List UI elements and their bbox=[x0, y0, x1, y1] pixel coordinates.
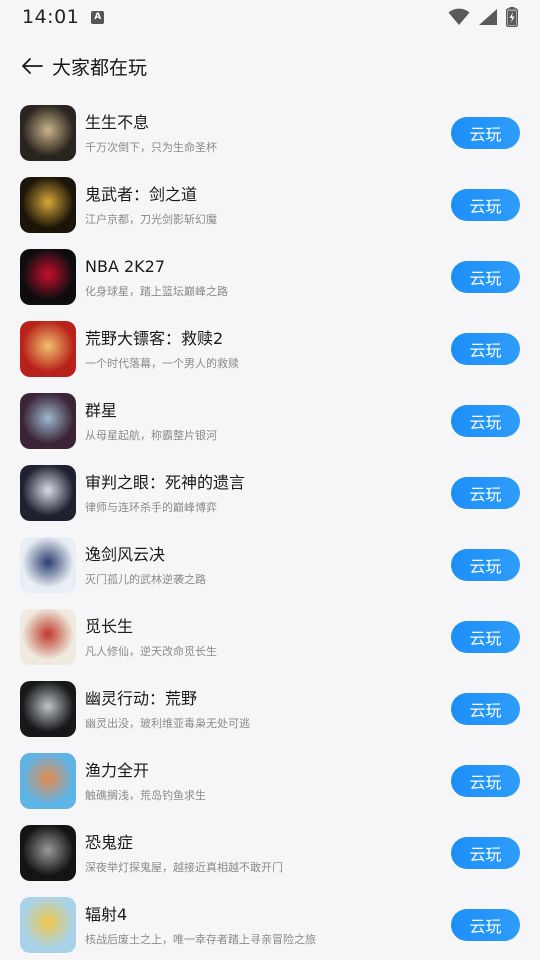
game-thumbnail[interactable] bbox=[20, 321, 76, 377]
game-name: 群星 bbox=[85, 400, 118, 420]
back-button[interactable] bbox=[20, 54, 44, 78]
game-row[interactable]: 幽灵行动：荒野 幽灵出没，玻利维亚毒枭无处可逃 云玩 bbox=[0, 673, 540, 745]
game-row[interactable]: 荒野大镖客：救赎2 一个时代落幕，一个男人的救赎 云玩 bbox=[0, 313, 540, 385]
game-description: 千万次倒下，只为生命圣杯 bbox=[85, 140, 217, 154]
arrow-left-icon bbox=[22, 58, 43, 74]
status-left: 14:01 A bbox=[22, 6, 105, 28]
game-row[interactable]: 觅长生 凡人修仙，逆天改命觅长生 云玩 bbox=[0, 601, 540, 673]
game-description: 核战后废土之上，唯一幸存者踏上寻亲冒险之旅 bbox=[85, 932, 316, 946]
game-name: 鬼武者：剑之道 bbox=[85, 184, 198, 204]
cloud-play-button[interactable]: 云玩 bbox=[451, 909, 520, 941]
game-info: 群星从母星起航，称霸整片银河 bbox=[85, 400, 451, 443]
game-description: 触礁搁浅，荒岛钓鱼求生 bbox=[85, 788, 206, 802]
cloud-play-button[interactable]: 云玩 bbox=[451, 261, 520, 293]
game-description: 化身球星，踏上篮坛巅峰之路 bbox=[85, 284, 228, 298]
game-name: 逸剑风云决 bbox=[85, 544, 166, 564]
cloud-play-button[interactable]: 云玩 bbox=[451, 405, 520, 437]
game-info: NBA 2K27 化身球星，踏上篮坛巅峰之路 bbox=[85, 256, 451, 299]
game-thumbnail[interactable] bbox=[20, 681, 76, 737]
game-name: 幽灵行动：荒野 bbox=[85, 688, 198, 708]
game-row[interactable]: 逸剑风云决 灭门孤儿的武林逆袭之路 云玩 bbox=[0, 529, 540, 601]
game-row[interactable]: 辐射4 核战后废土之上，唯一幸存者踏上寻亲冒险之旅 云玩 bbox=[0, 889, 540, 960]
status-bar: 14:01 A bbox=[0, 0, 540, 34]
game-description: 从母星起航，称霸整片银河 bbox=[85, 428, 217, 442]
game-info: 生生不息千万次倒下，只为生命圣杯 bbox=[85, 112, 451, 155]
game-info: 觅长生凡人修仙，逆天改命觅长生 bbox=[85, 616, 451, 659]
game-thumbnail[interactable] bbox=[20, 753, 76, 809]
game-name: 荒野大镖客：救赎2 bbox=[85, 328, 224, 348]
game-list: 生生不息 千万次倒下，只为生命圣杯 云玩 鬼武者：剑之道 江户京都，刀光剑影斩幻魔 云玩 N… bbox=[0, 97, 540, 960]
game-description: 一个时代落幕，一个男人的救赎 bbox=[85, 356, 239, 370]
game-name: 审判之眼：死神的遗言 bbox=[85, 472, 246, 492]
cloud-play-button[interactable]: 云玩 bbox=[451, 693, 520, 725]
cloud-play-button[interactable]: 云玩 bbox=[451, 189, 520, 221]
game-info: 荒野大镖客：救赎2 一个时代落幕，一个男人的救赎 bbox=[85, 328, 451, 371]
game-description: 凡人修仙，逆天改命觅长生 bbox=[85, 644, 217, 658]
cloud-play-button[interactable]: 云玩 bbox=[451, 549, 520, 581]
game-thumbnail[interactable] bbox=[20, 609, 76, 665]
game-thumbnail[interactable] bbox=[20, 537, 76, 593]
cloud-play-button[interactable]: 云玩 bbox=[451, 477, 520, 509]
game-name: 辐射4 bbox=[85, 904, 128, 924]
game-thumbnail[interactable] bbox=[20, 249, 76, 305]
cloud-play-button[interactable]: 云玩 bbox=[451, 117, 520, 149]
signal-icon bbox=[479, 9, 497, 25]
game-name: NBA 2K27 bbox=[85, 256, 166, 276]
game-row[interactable]: NBA 2K27 化身球星，踏上篮坛巅峰之路 云玩 bbox=[0, 241, 540, 313]
game-thumbnail[interactable] bbox=[20, 897, 76, 953]
game-row[interactable]: 恐鬼症 深夜举灯探鬼屋，越接近真相越不敢开门 云玩 bbox=[0, 817, 540, 889]
game-description: 幽灵出没，玻利维亚毒枭无处可逃 bbox=[85, 716, 250, 730]
game-thumbnail[interactable] bbox=[20, 465, 76, 521]
status-right bbox=[448, 7, 518, 27]
cloud-play-button[interactable]: 云玩 bbox=[451, 333, 520, 365]
game-name: 渔力全开 bbox=[85, 760, 150, 780]
game-thumbnail[interactable] bbox=[20, 825, 76, 881]
game-row[interactable]: 鬼武者：剑之道 江户京都，刀光剑影斩幻魔 云玩 bbox=[0, 169, 540, 241]
game-row[interactable]: 渔力全开 触礁搁浅，荒岛钓鱼求生 云玩 bbox=[0, 745, 540, 817]
game-info: 辐射4 核战后废土之上，唯一幸存者踏上寻亲冒险之旅 bbox=[85, 904, 451, 947]
wifi-icon bbox=[448, 8, 470, 25]
game-thumbnail[interactable] bbox=[20, 177, 76, 233]
game-description: 律师与连环杀手的巅峰博弈 bbox=[85, 500, 217, 514]
game-info: 渔力全开触礁搁浅，荒岛钓鱼求生 bbox=[85, 760, 451, 803]
game-description: 灭门孤儿的武林逆袭之路 bbox=[85, 572, 206, 586]
game-description: 江户京都，刀光剑影斩幻魔 bbox=[85, 212, 217, 226]
game-name: 生生不息 bbox=[85, 112, 150, 132]
game-name: 觅长生 bbox=[85, 616, 134, 636]
battery-charging-icon bbox=[506, 7, 518, 27]
status-time: 14:01 bbox=[22, 6, 80, 28]
game-row[interactable]: 审判之眼：死神的遗言 律师与连环杀手的巅峰博弈 云玩 bbox=[0, 457, 540, 529]
cloud-play-button[interactable]: 云玩 bbox=[451, 765, 520, 797]
game-description: 深夜举灯探鬼屋，越接近真相越不敢开门 bbox=[85, 860, 283, 874]
game-info: 鬼武者：剑之道江户京都，刀光剑影斩幻魔 bbox=[85, 184, 451, 227]
game-info: 审判之眼：死神的遗言律师与连环杀手的巅峰博弈 bbox=[85, 472, 451, 515]
notification-icon: A bbox=[91, 10, 105, 24]
game-name: 恐鬼症 bbox=[85, 832, 134, 852]
cloud-play-button[interactable]: 云玩 bbox=[451, 837, 520, 869]
game-info: 恐鬼症深夜举灯探鬼屋，越接近真相越不敢开门 bbox=[85, 832, 451, 875]
game-row[interactable]: 生生不息 千万次倒下，只为生命圣杯 云玩 bbox=[0, 97, 540, 169]
game-thumbnail[interactable] bbox=[20, 105, 76, 161]
game-info: 逸剑风云决灭门孤儿的武林逆袭之路 bbox=[85, 544, 451, 587]
game-row[interactable]: 群星 从母星起航，称霸整片银河 云玩 bbox=[0, 385, 540, 457]
cloud-play-button[interactable]: 云玩 bbox=[451, 621, 520, 653]
game-info: 幽灵行动：荒野幽灵出没，玻利维亚毒枭无处可逃 bbox=[85, 688, 451, 731]
header: 大家都在玩 bbox=[0, 44, 540, 88]
page-title: 大家都在玩 bbox=[52, 56, 148, 79]
game-thumbnail[interactable] bbox=[20, 393, 76, 449]
